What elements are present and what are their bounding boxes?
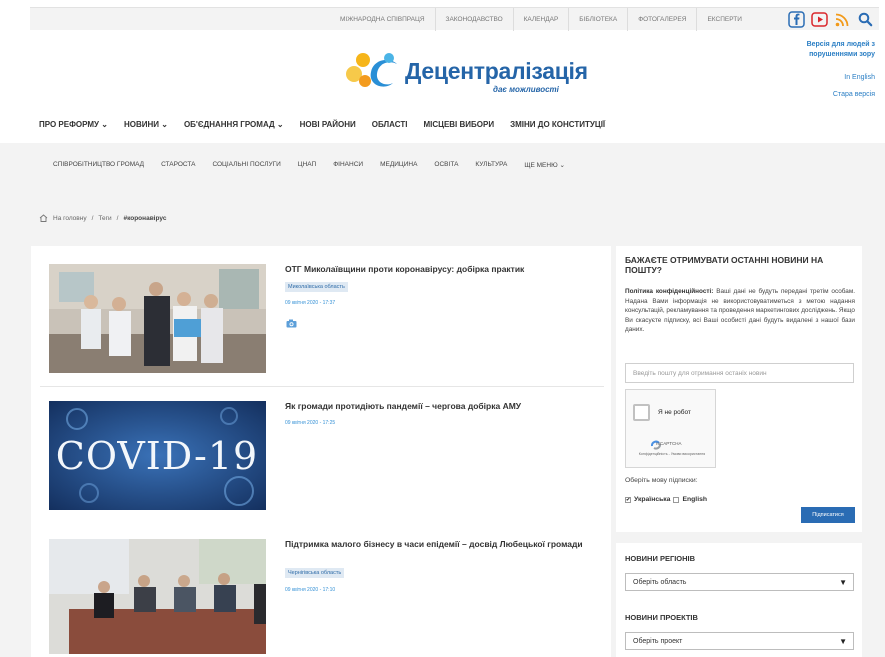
article-divider xyxy=(40,386,604,387)
breadcrumb-separator: / xyxy=(91,214,94,222)
social-icons xyxy=(787,10,875,29)
camera-icon xyxy=(286,319,297,328)
article-date: 09 квітня 2020 - 17:10 xyxy=(285,587,336,593)
top-link-calendar[interactable]: КАЛЕНДАР xyxy=(514,8,570,31)
article-image[interactable] xyxy=(49,264,266,373)
nav-new-districts[interactable]: НОВІ РАЙОНИ xyxy=(300,120,356,129)
site-header: Децентралізація дає можливості Версія дл… xyxy=(0,37,885,115)
top-link-gallery[interactable]: ФОТОГАЛЕРЕЯ xyxy=(628,8,698,31)
policy-label: Політика конфіденційності: xyxy=(625,288,714,295)
recaptcha-brand: reCAPTCHA xyxy=(656,441,682,446)
top-link-legislation[interactable]: ЗАКОНОДАВСТВО xyxy=(436,8,514,31)
nav-constitution[interactable]: ЗМІНИ ДО КОНСТИТУЦІЇ xyxy=(510,120,605,129)
article-image[interactable]: COVID-19 xyxy=(49,401,266,510)
nav-local-elections[interactable]: МІСЦЕВІ ВИБОРИ xyxy=(423,120,494,129)
english-link[interactable]: In English xyxy=(780,73,875,83)
subnav-cnap[interactable]: ЦНАП xyxy=(298,161,316,169)
breadcrumb-tags[interactable]: Теги xyxy=(98,215,111,222)
article-region-tag[interactable]: Чернігівська область xyxy=(285,568,345,578)
subnav-social[interactable]: СОЦІАЛЬНІ ПОСЛУГИ xyxy=(212,161,280,169)
privacy-policy: Політика конфіденційності: Ваші дані не … xyxy=(625,287,855,335)
subnav-starosta[interactable]: СТАРОСТА xyxy=(161,161,195,169)
search-icon[interactable] xyxy=(856,10,875,29)
region-select-value: Оберіть область xyxy=(633,579,687,586)
language-label: Оберіть мову підписки: xyxy=(625,477,698,484)
article-item: Підтримка малого бізнесу в часи епідемії… xyxy=(40,539,605,654)
projects-title: НОВИНИ ПРОЕКТІВ xyxy=(625,613,698,622)
top-bar: МІЖНАРОДНА СПІВПРАЦЯ ЗАКОНОДАВСТВО КАЛЕН… xyxy=(0,0,885,37)
project-select-value: Оберіть проект xyxy=(633,638,683,645)
subnav-medicine[interactable]: МЕДИЦИНА xyxy=(380,161,417,169)
regions-widget: НОВИНИ РЕГІОНІВ Оберіть область ▼ НОВИНИ… xyxy=(616,543,862,657)
logo-subtitle: дає можливості xyxy=(493,85,559,94)
article-image[interactable] xyxy=(49,539,266,654)
facebook-icon[interactable] xyxy=(787,10,806,29)
article-date: 09 квітня 2020 - 17:37 xyxy=(285,300,336,306)
recaptcha-checkbox[interactable] xyxy=(633,404,650,421)
regions-title: НОВИНИ РЕГІОНІВ xyxy=(625,554,696,563)
covid-image-text: COVID-19 xyxy=(56,434,258,478)
top-link-experts[interactable]: ЕКСПЕРТИ xyxy=(697,8,751,31)
subscribe-button[interactable]: Підписатися xyxy=(801,507,855,523)
lang-ua-checkbox[interactable]: ✔ xyxy=(625,496,631,503)
nav-reform[interactable]: ПРО РЕФОРМУ ⌄ xyxy=(39,120,108,129)
breadcrumb-current: #коронавірус xyxy=(123,214,167,222)
recaptcha-terms[interactable]: Конфіденційність - Умови використання xyxy=(630,452,714,457)
logo-mark-icon xyxy=(346,53,397,87)
logo-title: Децентралізація xyxy=(405,57,588,84)
nav-news[interactable]: НОВИНИ ⌄ xyxy=(124,120,168,129)
sub-nav: СПІВРОБІТНИЦТВО ГРОМАД СТАРОСТА СОЦІАЛЬН… xyxy=(53,161,582,169)
subnav-finance[interactable]: ФІНАНСИ xyxy=(333,161,363,169)
lang-en-checkbox[interactable] xyxy=(673,496,680,503)
accessibility-link[interactable]: Версія для людей з порушеннями зору xyxy=(780,40,875,60)
article-title[interactable]: Підтримка малого бізнесу в часи епідемії… xyxy=(285,539,585,550)
article-title[interactable]: Як громади протидіють пандемії – чергова… xyxy=(285,401,585,412)
breadcrumb-separator: / xyxy=(116,214,119,222)
lang-ua-label: Українська xyxy=(634,496,671,503)
recaptcha-label: Я не робот xyxy=(658,409,691,416)
chevron-down-icon: ▼ xyxy=(839,637,847,646)
newsletter-title: БАЖАЄТЕ ОТРИМУВАТИ ОСТАННІ НОВИНИ НА ПОШ… xyxy=(625,255,824,275)
subnav-cooperation[interactable]: СПІВРОБІТНИЦТВО ГРОМАД xyxy=(53,161,144,169)
article-region-tag[interactable]: Миколаївська область xyxy=(285,282,348,292)
breadcrumb-home[interactable]: На головну xyxy=(53,215,87,222)
subnav-more[interactable]: ЩЕ МЕНЮ ⌄ xyxy=(524,161,565,169)
project-select[interactable]: Оберіть проект ▼ xyxy=(625,632,854,650)
recaptcha-widget: Я не робот reCAPTCHA Конфіденційність - … xyxy=(625,389,716,468)
article-list: ОТГ Миколаївщини проти коронавірусу: доб… xyxy=(31,246,611,657)
nav-amalgamation[interactable]: ОБ'ЄДНАННЯ ГРОМАД ⌄ xyxy=(184,120,284,129)
old-version-link[interactable]: Стара версія xyxy=(780,90,875,100)
lang-en-label: English xyxy=(682,496,708,503)
top-link-library[interactable]: БІБЛІОТЕКА xyxy=(569,8,629,31)
breadcrumb: На головну / Теги / #коронавірус xyxy=(39,214,166,222)
main-nav: ПРО РЕФОРМУ ⌄ НОВИНИ ⌄ ОБ'ЄДНАННЯ ГРОМАД… xyxy=(39,120,621,129)
article-item: ОТГ Миколаївщини проти коронавірусу: доб… xyxy=(40,264,605,374)
header-links: Версія для людей з порушеннями зору In E… xyxy=(780,40,875,100)
subnav-culture[interactable]: КУЛЬТУРА xyxy=(475,161,507,169)
subnav-education[interactable]: ОСВІТА xyxy=(434,161,458,169)
rss-icon[interactable] xyxy=(833,10,852,29)
top-link-international[interactable]: МІЖНАРОДНА СПІВПРАЦЯ xyxy=(330,8,436,31)
top-bar-strip: МІЖНАРОДНА СПІВПРАЦЯ ЗАКОНОДАВСТВО КАЛЕН… xyxy=(30,7,879,31)
language-options: ✔ Українська English xyxy=(625,496,707,503)
article-item: COVID-19 Як громади протидіють пандемії … xyxy=(40,401,605,511)
region-select[interactable]: Оберіть область ▼ xyxy=(625,573,854,591)
top-links: МІЖНАРОДНА СПІВПРАЦЯ ЗАКОНОДАВСТВО КАЛЕН… xyxy=(330,8,752,31)
newsletter-widget: БАЖАЄТЕ ОТРИМУВАТИ ОСТАННІ НОВИНИ НА ПОШ… xyxy=(616,246,862,532)
nav-regions[interactable]: ОБЛАСТІ xyxy=(372,120,408,129)
chevron-down-icon: ▼ xyxy=(839,578,847,587)
youtube-icon[interactable] xyxy=(810,10,829,29)
article-title[interactable]: ОТГ Миколаївщини проти коронавірусу: доб… xyxy=(285,264,585,275)
site-logo[interactable]: Децентралізація дає можливості xyxy=(343,50,588,94)
home-icon[interactable] xyxy=(39,214,48,222)
email-input[interactable]: Введіть пошту для отримання останіх нови… xyxy=(625,363,854,383)
article-date: 09 квітня 2020 - 17:25 xyxy=(285,420,336,426)
